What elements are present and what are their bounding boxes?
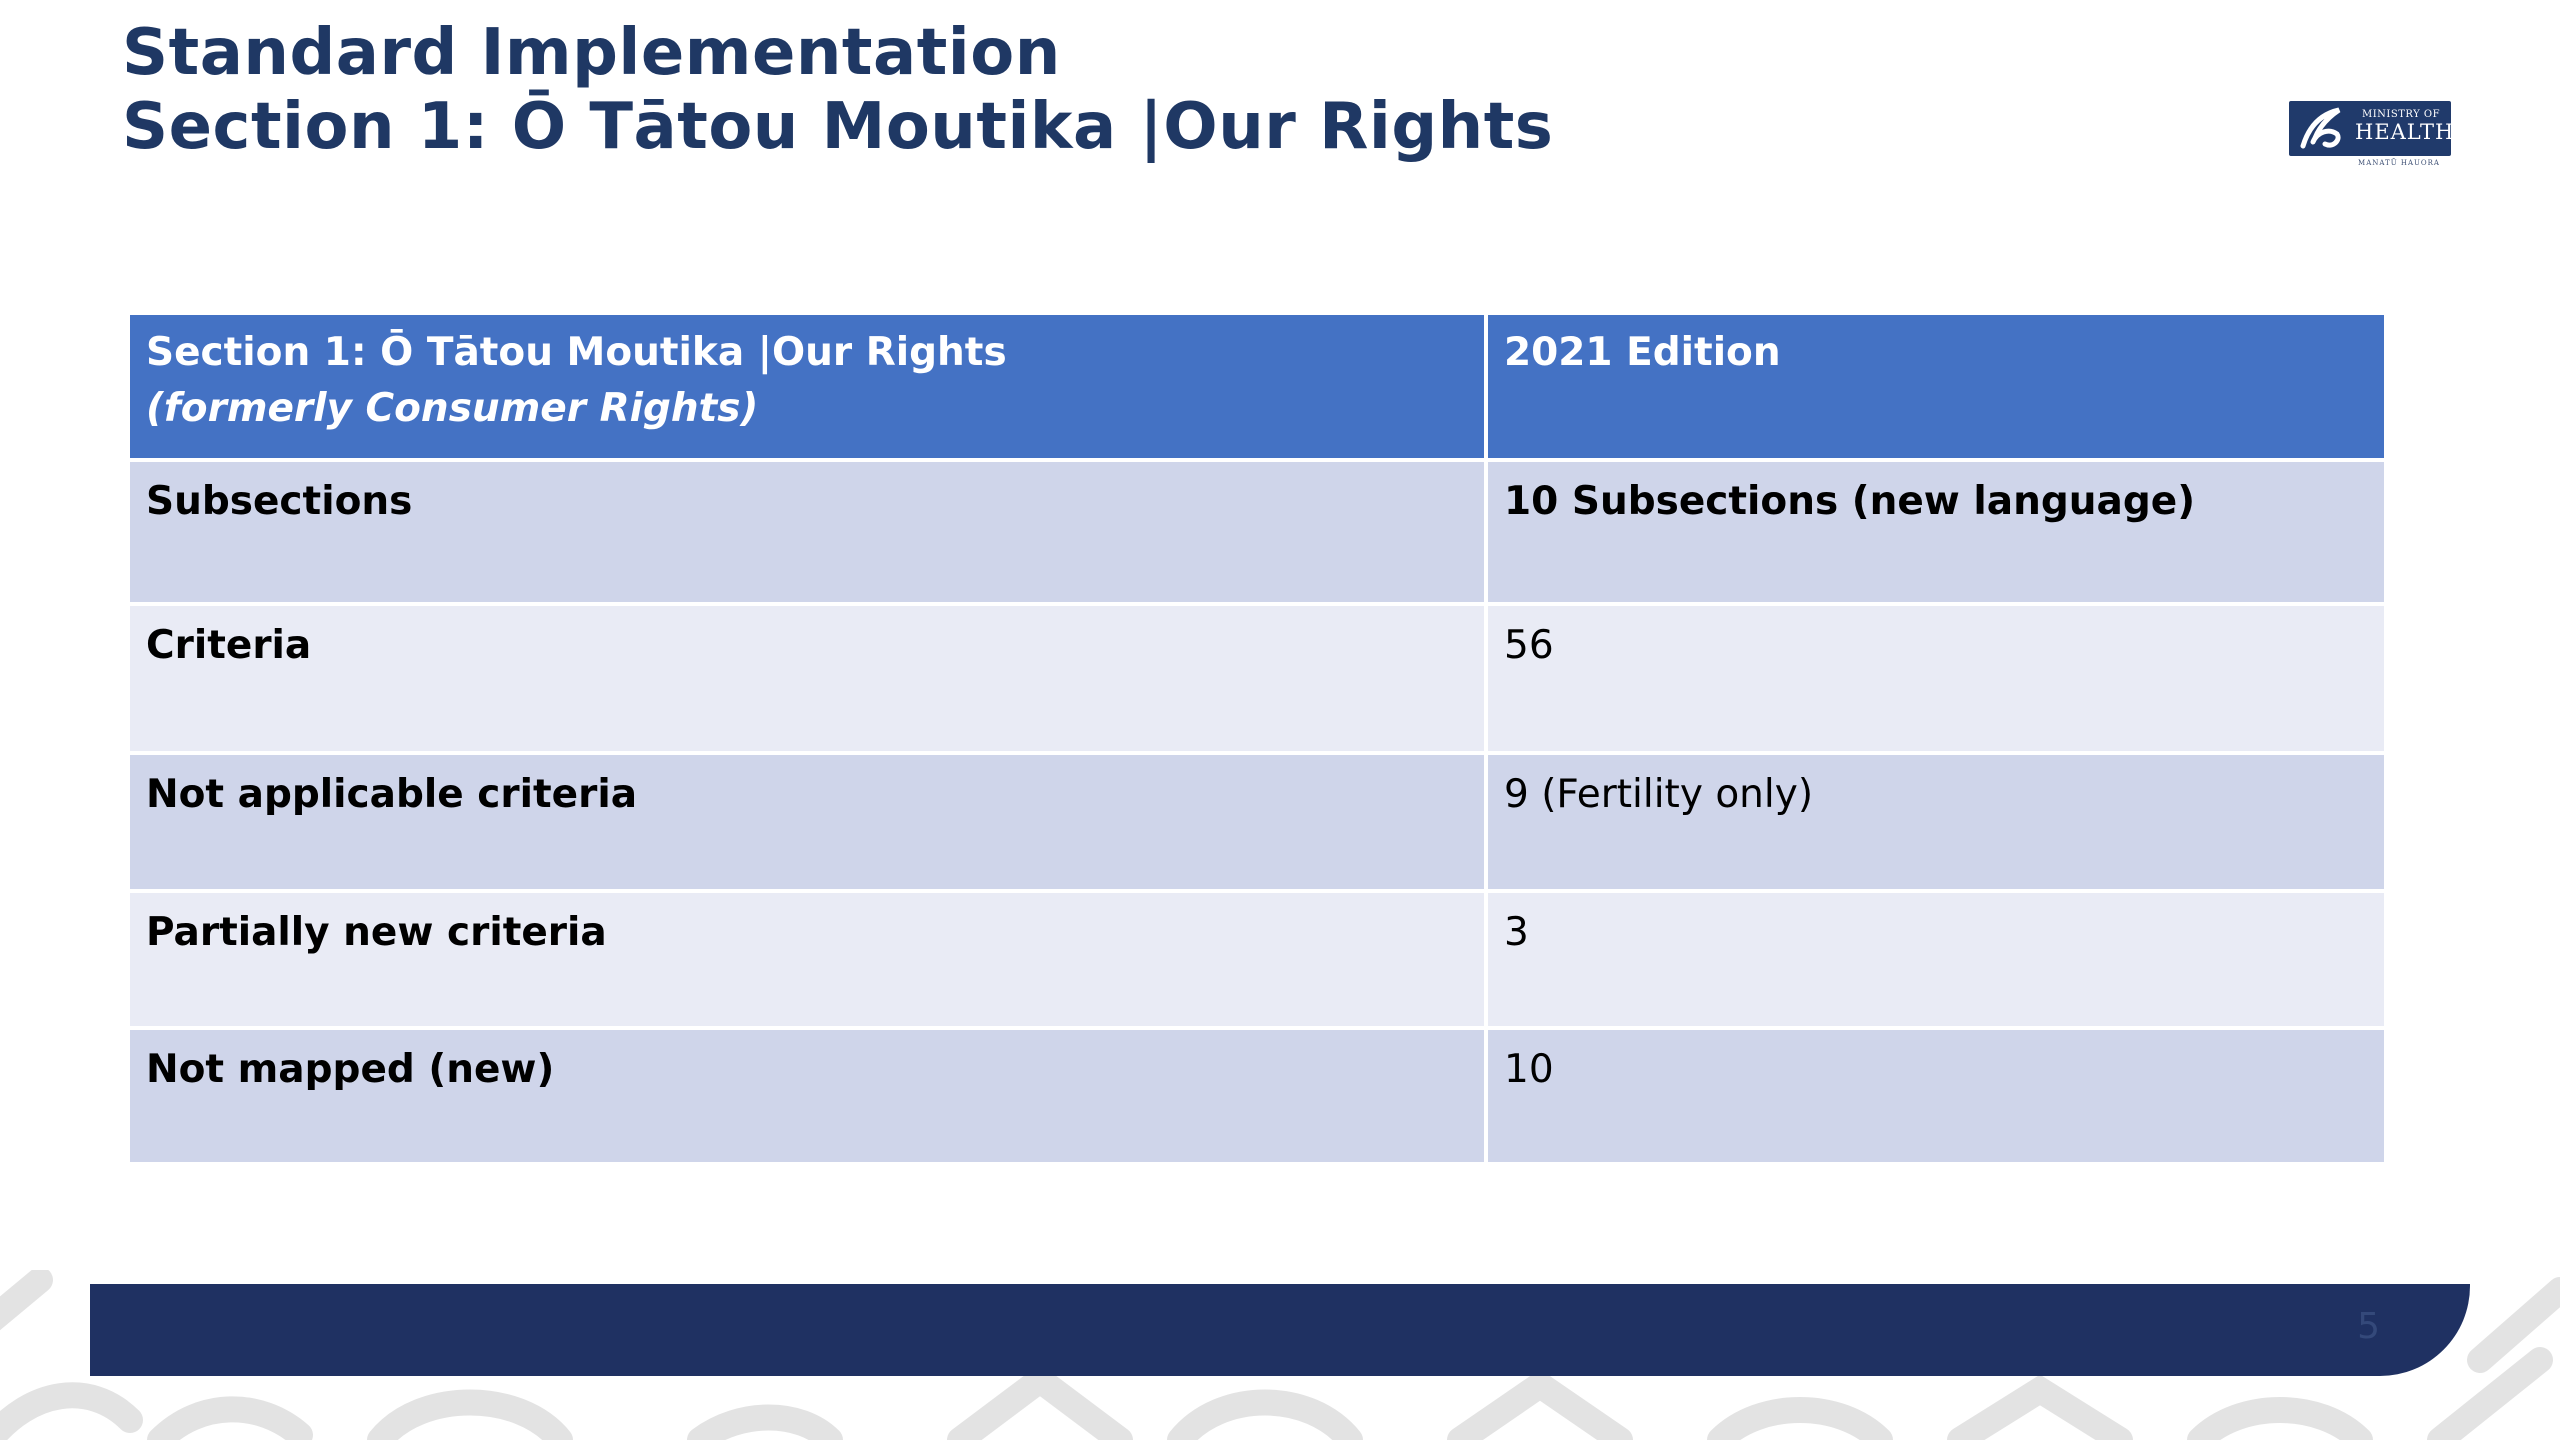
table-cell-label: Criteria [126,602,1488,755]
table-cell-value: 56 [1484,602,2388,755]
logo-subtext: MANATŪ HAUORA [2358,159,2440,167]
table-cell-value: 3 [1484,889,2388,1030]
table-header-section-subtitle: (formerly Consumer Rights) [146,386,759,431]
logo-badge: MINISTRY OF HEALTH [2289,101,2455,156]
table-header-section: Section 1: Ō Tātou Moutika |Our Rights (… [126,311,1488,462]
slide-footer: 5 [0,1270,2560,1440]
table-header-row: Section 1: Ō Tātou Moutika |Our Rights (… [126,311,2388,462]
slide-title-line2: Section 1: Ō Tātou Moutika |Our Rights [122,90,1554,164]
table-header-section-title: Section 1: Ō Tātou Moutika |Our Rights [146,330,1007,375]
table-row: Not applicable criteria 9 (Fertility onl… [126,751,2388,893]
table-cell-label: Not mapped (new) [126,1026,1488,1166]
table-cell-label: Not applicable criteria [126,751,1488,893]
fern-koru-icon [2300,107,2341,149]
page-number: 5 [2357,1306,2380,1347]
slide: Standard Implementation Section 1: Ō Tāt… [0,0,2560,1440]
comparison-table: Section 1: Ō Tātou Moutika |Our Rights (… [126,311,2388,1166]
table-cell-value: 10 Subsections (new language) [1484,458,2388,606]
table-row: Subsections 10 Subsections (new language… [126,458,2388,606]
logo-text-line1: MINISTRY OF [2361,109,2441,120]
footer-bar: 5 [90,1284,2470,1376]
table-row: Criteria 56 [126,602,2388,755]
logo-text-line2: HEALTH [2355,120,2455,144]
table-row: Not mapped (new) 10 [126,1026,2388,1166]
table-header-edition: 2021 Edition [1484,311,2388,462]
table-cell-label: Partially new criteria [126,889,1488,1030]
ministry-of-health-logo: MINISTRY OF HEALTH MANATŪ HAUORA [2289,101,2455,167]
table-cell-label: Subsections [126,458,1488,606]
table-row: Partially new criteria 3 [126,889,2388,1030]
table-cell-value: 10 [1484,1026,2388,1166]
table-cell-value: 9 (Fertility only) [1484,751,2388,893]
slide-title-line1: Standard Implementation [122,16,1061,90]
slide-title: Standard Implementation Section 1: Ō Tāt… [122,16,1553,164]
